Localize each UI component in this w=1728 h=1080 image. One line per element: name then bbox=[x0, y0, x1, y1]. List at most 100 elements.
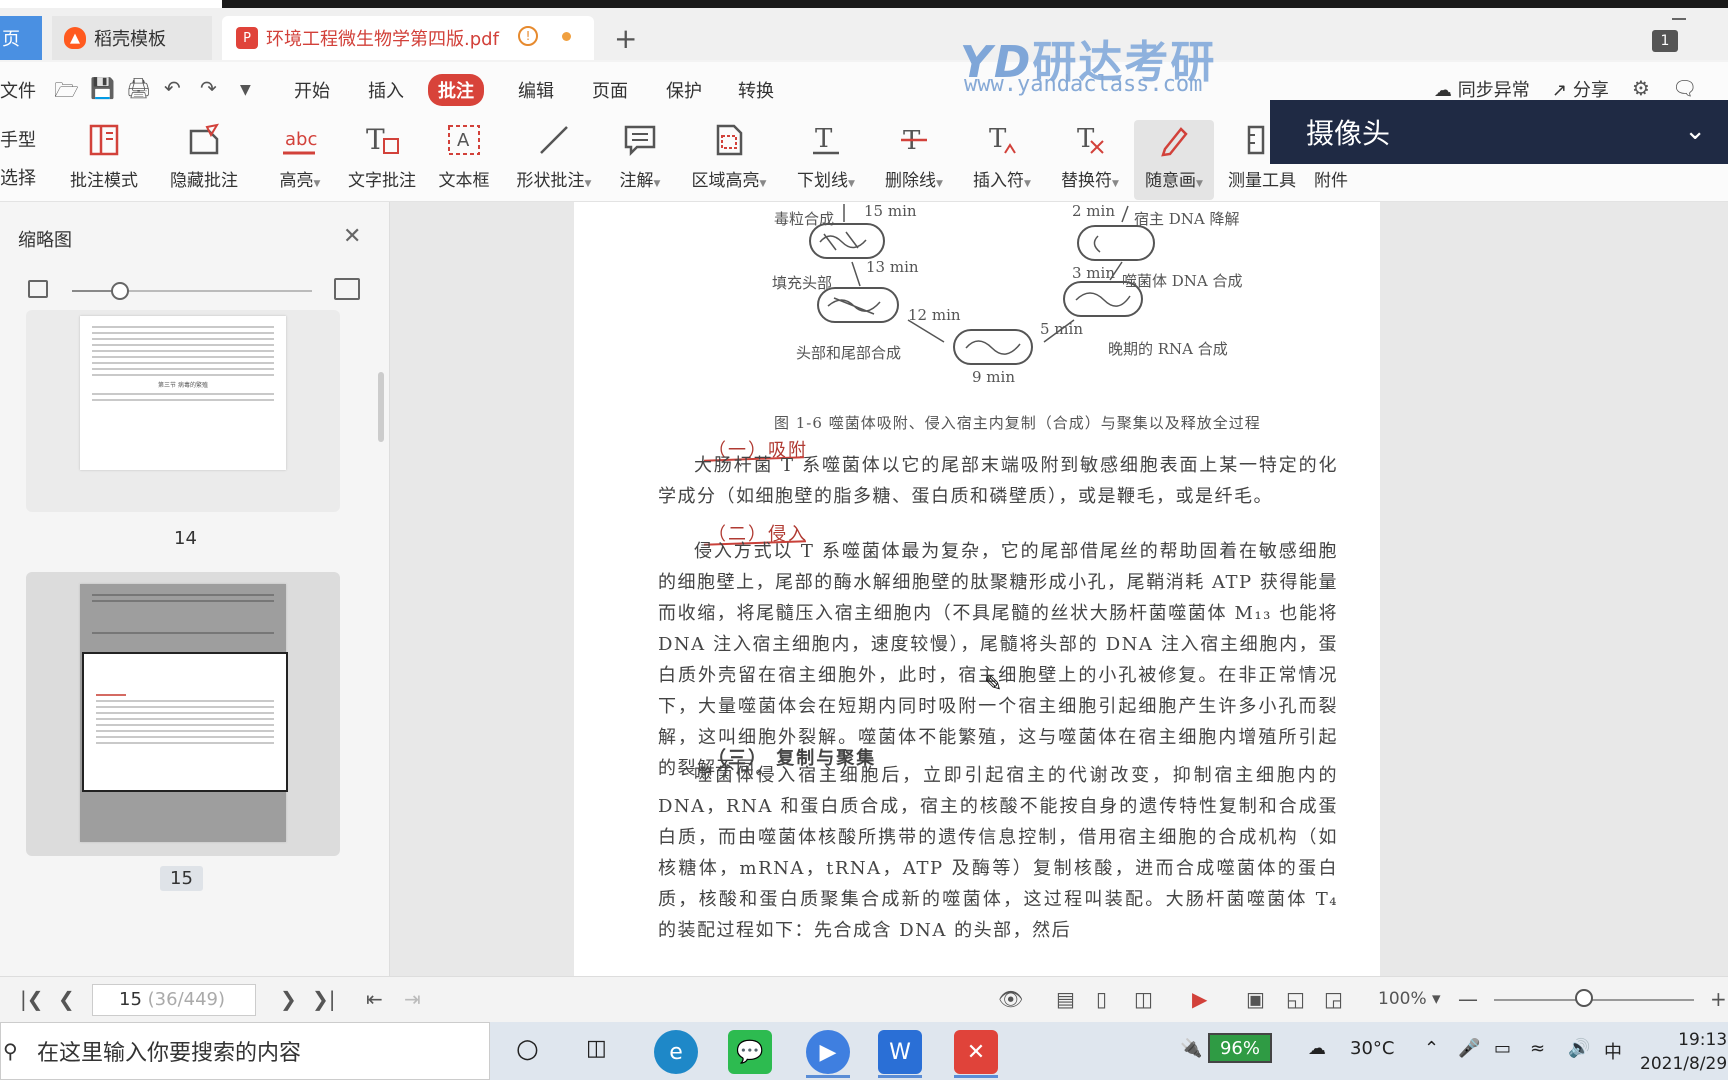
prev-view-icon[interactable]: ⇤ bbox=[366, 987, 383, 1011]
comment-icon[interactable]: 🗨 bbox=[1672, 76, 1697, 100]
previous-page-icon[interactable]: ❮ bbox=[58, 987, 75, 1011]
minimize-icon[interactable] bbox=[1672, 18, 1686, 20]
system-clock[interactable]: 19:13 2021/8/29 bbox=[1640, 1028, 1727, 1076]
tab-daoke-templates[interactable]: ▲ 稻壳模板 bbox=[52, 16, 212, 60]
svg-text:A: A bbox=[457, 130, 470, 151]
zoom-out-icon[interactable]: — bbox=[1458, 987, 1478, 1011]
two-page-icon[interactable]: ◫ bbox=[1134, 987, 1153, 1011]
menu-annotate[interactable]: 批注 bbox=[428, 74, 484, 106]
thumb-text-line bbox=[96, 730, 274, 732]
highlight-button[interactable]: abc 高亮▼ bbox=[272, 120, 328, 200]
insert-mark-button[interactable]: T 插入符▼ bbox=[964, 120, 1040, 200]
open-folder-icon[interactable]: 🗁 bbox=[54, 76, 79, 110]
page-number-input[interactable]: 15 (36/449) bbox=[92, 984, 256, 1016]
hide-annotations-button[interactable]: 隐藏批注 bbox=[164, 120, 244, 200]
temperature[interactable]: 30°C bbox=[1350, 1038, 1394, 1059]
thumbnail-size-handle[interactable] bbox=[111, 282, 129, 300]
menu-start[interactable]: 开始 bbox=[284, 74, 340, 106]
small-thumbnail-icon[interactable] bbox=[28, 280, 48, 298]
thumbnail-size-slider[interactable] bbox=[72, 290, 312, 292]
thumbnail-card-14[interactable]: 第三节 病毒的繁殖 bbox=[26, 310, 340, 512]
save-icon[interactable]: 💾 bbox=[90, 76, 115, 100]
large-thumbnail-icon[interactable] bbox=[334, 278, 360, 300]
thumbnail-card-15[interactable] bbox=[26, 572, 340, 856]
measure-tool-label: 测量工具 bbox=[1228, 171, 1296, 191]
hand-tool-button[interactable]: 手型 bbox=[0, 126, 36, 152]
settings-gear-icon[interactable]: ⚙ bbox=[1632, 76, 1650, 100]
strikethrough-icon: T bbox=[894, 120, 934, 160]
sync-status[interactable]: ☁ 同步异常 bbox=[1434, 76, 1530, 102]
menu-edit[interactable]: 编辑 bbox=[508, 74, 564, 106]
wps-pdf-icon[interactable]: ✕ bbox=[954, 1030, 998, 1074]
play-slideshow-icon[interactable]: ▶ bbox=[1192, 987, 1207, 1011]
freehand-draw-button[interactable]: 随意画▼ bbox=[1134, 120, 1214, 200]
textbox-button[interactable]: A 文本框 bbox=[432, 120, 496, 200]
cortana-circle-icon[interactable]: ○ bbox=[516, 1034, 539, 1064]
print-icon[interactable]: 🖨 bbox=[126, 76, 151, 100]
area-highlight-button[interactable]: 区域高亮▼ bbox=[684, 120, 774, 200]
single-page-icon[interactable]: ▯ bbox=[1096, 987, 1107, 1011]
menu-convert[interactable]: 转换 bbox=[728, 74, 784, 106]
last-page-icon[interactable]: ❯| bbox=[312, 987, 336, 1011]
edge-browser-icon[interactable]: e bbox=[654, 1030, 698, 1074]
plug-icon[interactable]: 🔌 bbox=[1180, 1038, 1202, 1059]
select-tool-button[interactable]: 选择 bbox=[0, 164, 36, 190]
menu-file[interactable]: 文件 bbox=[0, 74, 46, 106]
redo-icon[interactable]: ↷ bbox=[200, 76, 217, 100]
undo-icon[interactable]: ↶ bbox=[164, 76, 181, 100]
first-page-icon[interactable]: |❮ bbox=[20, 987, 44, 1011]
menu-insert[interactable]: 插入 bbox=[358, 74, 414, 106]
thumbnail-viewport-frame[interactable] bbox=[82, 652, 288, 792]
next-page-icon[interactable]: ❯ bbox=[280, 987, 297, 1011]
highlight-label-text: 高亮 bbox=[279, 171, 314, 191]
svg-text:T: T bbox=[1077, 124, 1095, 154]
document-viewport[interactable]: 15 min 毒粒合成 13 min 填充头部 12 min 头部和尾部合成 9… bbox=[390, 202, 1728, 976]
menu-page[interactable]: 页面 bbox=[582, 74, 638, 106]
chevron-up-icon[interactable]: ⌃ bbox=[1424, 1038, 1439, 1059]
warning-icon[interactable]: ! bbox=[518, 26, 538, 46]
close-icon[interactable]: ✕ bbox=[343, 224, 361, 249]
chevron-down-icon[interactable]: ⌄ bbox=[1684, 116, 1706, 146]
quick-access-dropdown-icon[interactable]: ▼ bbox=[240, 82, 251, 98]
annotation-mode-button[interactable]: 批注模式 bbox=[64, 120, 144, 200]
zoom-slider-handle[interactable] bbox=[1575, 989, 1593, 1007]
tab-pdf-document[interactable]: P 环境工程微生物学第四版.pdf ! bbox=[222, 16, 594, 60]
share-button[interactable]: ↗ 分享 bbox=[1552, 76, 1609, 102]
sidebar-scrollbar[interactable] bbox=[378, 372, 384, 442]
battery-indicator[interactable]: 96% bbox=[1208, 1033, 1272, 1063]
note-button[interactable]: 注解▼ bbox=[612, 120, 668, 200]
arrow-13min bbox=[851, 261, 861, 287]
wechat-icon[interactable]: 💬 bbox=[728, 1030, 772, 1074]
fit-width-icon[interactable]: ◲ bbox=[1324, 987, 1343, 1011]
wps-writer-icon[interactable]: W bbox=[878, 1030, 922, 1074]
underline-button[interactable]: T 下划线▼ bbox=[788, 120, 864, 200]
shape-annotation-button[interactable]: 形状批注▼ bbox=[510, 120, 598, 200]
continuous-view-icon[interactable]: ▤ bbox=[1056, 987, 1075, 1011]
window-count-badge[interactable]: 1 bbox=[1652, 30, 1678, 52]
camera-panel[interactable]: 摄像头 ⌄ bbox=[1270, 100, 1728, 164]
zoom-in-icon[interactable]: + bbox=[1710, 987, 1727, 1011]
menu-protect[interactable]: 保护 bbox=[656, 74, 712, 106]
actual-size-icon[interactable]: ▣ bbox=[1246, 987, 1265, 1011]
zoom-level[interactable]: 100% ▾ bbox=[1378, 989, 1441, 1009]
figure-label: 15 min bbox=[864, 202, 917, 220]
volume-icon[interactable]: 🔊 bbox=[1568, 1038, 1590, 1059]
eye-protection-icon[interactable]: 👁 bbox=[998, 987, 1023, 1011]
fit-page-icon[interactable]: ◱ bbox=[1286, 987, 1305, 1011]
task-view-icon[interactable]: ◫ bbox=[586, 1036, 607, 1061]
next-view-icon[interactable]: ⇥ bbox=[404, 987, 421, 1011]
new-tab-button[interactable]: + bbox=[614, 22, 637, 55]
strikethrough-button[interactable]: T 删除线▼ bbox=[876, 120, 952, 200]
input-method-indicator[interactable]: 中 bbox=[1604, 1038, 1622, 1064]
tab-home[interactable]: 页 bbox=[0, 16, 42, 60]
battery-tray-icon[interactable]: ▭ bbox=[1494, 1038, 1511, 1059]
weather-cloud-icon[interactable]: ☁ bbox=[1308, 1038, 1326, 1059]
video-app-icon[interactable]: ▶ bbox=[806, 1030, 850, 1074]
microphone-icon[interactable]: 🎤 bbox=[1458, 1038, 1480, 1059]
text-annotation-button[interactable]: T 文字批注 bbox=[342, 120, 422, 200]
thumb-text-line bbox=[92, 344, 274, 346]
wifi-icon[interactable]: ≈ bbox=[1530, 1038, 1545, 1059]
zoom-slider-track[interactable] bbox=[1494, 999, 1694, 1001]
taskbar-search[interactable]: ⚲ 在这里输入你要搜索的内容 bbox=[0, 1022, 490, 1080]
replace-mark-button[interactable]: T 替换符▼ bbox=[1052, 120, 1128, 200]
